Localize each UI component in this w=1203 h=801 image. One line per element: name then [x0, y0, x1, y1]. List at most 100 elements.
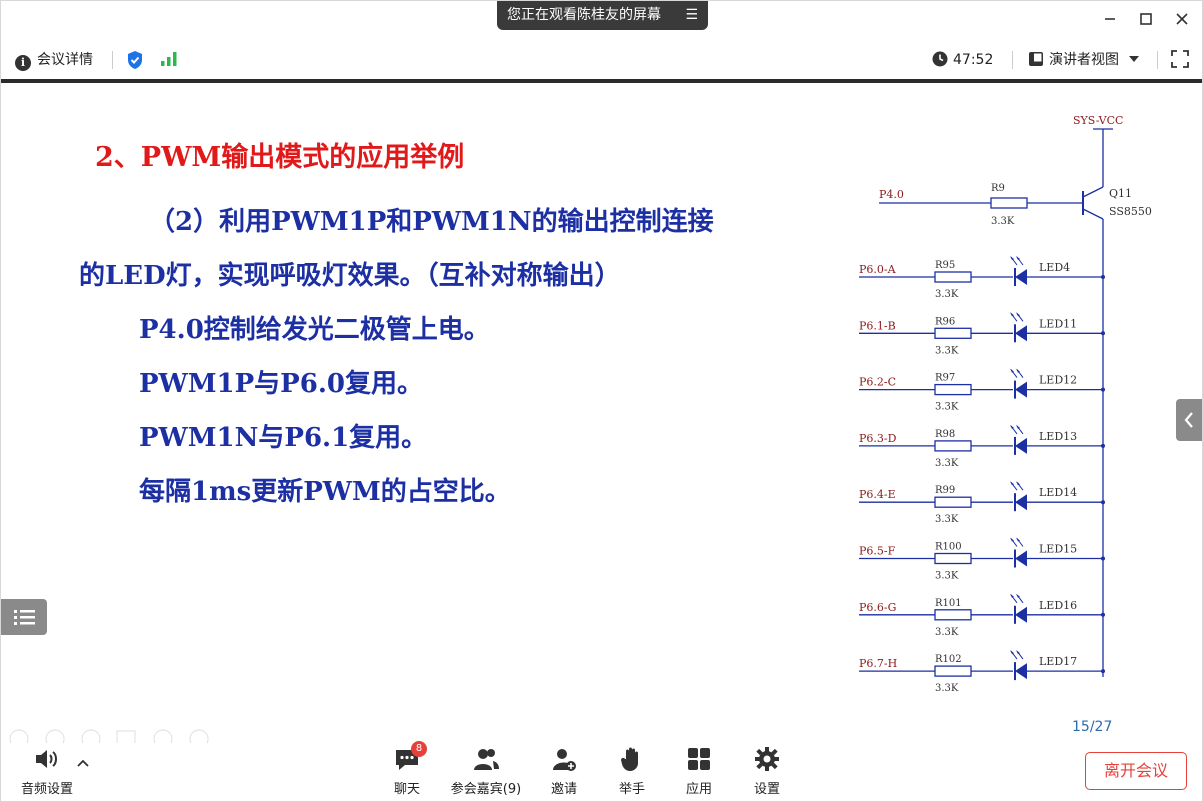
supply-label: SYS-VCC — [1073, 114, 1123, 127]
q11-name: Q11 — [1109, 187, 1132, 200]
screen-share-banner[interactable]: 您正在观看陈桂友的屏幕 ☰ — [497, 1, 708, 30]
row-input-label: P6.0-A — [859, 263, 897, 276]
meeting-window: 您正在观看陈桂友的屏幕 ☰ i 会议详情 47:52 演讲者视图 2、PWM输出… — [0, 0, 1203, 801]
p40-label: P4.0 — [879, 188, 904, 201]
resistor-r9 — [990, 197, 1028, 209]
view-mode-dropdown[interactable]: 演讲者视图 — [1028, 49, 1140, 71]
shield-icon[interactable] — [126, 50, 144, 72]
leave-meeting-button[interactable]: 离开会议 — [1085, 752, 1187, 790]
row-led-label: LED4 — [1039, 261, 1070, 274]
screen-share-text: 您正在观看陈桂友的屏幕 — [507, 7, 661, 23]
minimize-icon[interactable] — [1098, 9, 1122, 33]
row-input-label: P6.1-B — [859, 319, 896, 332]
shared-slide: 2、PWM输出模式的应用举例 （2）利用PWM1P和PWM1N的输出控制连接 的… — [1, 83, 1202, 743]
row-input-label: P6.6-G — [859, 601, 896, 614]
audio-settings-button[interactable]: 音频设置 — [17, 743, 77, 801]
annotation-list-button[interactable] — [1, 599, 47, 635]
transistor-emitter — [1082, 186, 1104, 198]
settings-button[interactable]: 设置 — [747, 743, 787, 801]
q11-model: SS8550 — [1109, 205, 1152, 218]
meeting-toolbar: 音频设置 8 聊天 参会嘉宾(9) 邀请 举手 应用 设置 离开会议 — [1, 741, 1202, 801]
row-led-symbol — [1015, 325, 1027, 342]
row-led-label: LED11 — [1039, 317, 1077, 330]
row-led-label: LED14 — [1039, 486, 1077, 499]
gear-icon — [755, 747, 779, 771]
participants-button[interactable]: 参会嘉宾(9) — [447, 743, 525, 801]
faint-annotation-toolbar — [9, 729, 209, 743]
audio-options-chevron[interactable] — [75, 757, 91, 777]
chat-unread-badge: 8 — [411, 741, 427, 757]
slide-text-line: PWM1P与P6.0复用。 — [139, 369, 423, 399]
close-icon[interactable] — [1170, 9, 1194, 33]
row-led-symbol — [1015, 381, 1027, 398]
add-user-icon — [553, 749, 576, 771]
row-led-label: LED13 — [1039, 430, 1077, 443]
chat-button[interactable]: 8 聊天 — [387, 741, 427, 801]
row-resistor — [934, 271, 972, 283]
chevron-down-icon — [1129, 56, 1140, 62]
row-led-symbol — [1015, 606, 1027, 623]
clock-icon — [932, 51, 948, 67]
meeting-details-label: 会议详情 — [37, 52, 93, 68]
row-led-label: LED17 — [1039, 655, 1077, 668]
row-resistor — [934, 665, 972, 677]
row-input-label: P6.3-D — [859, 432, 897, 445]
row-resistor — [934, 440, 972, 452]
row-junction-dot — [1101, 443, 1105, 448]
apps-button[interactable]: 应用 — [679, 743, 719, 801]
row-led-symbol — [1015, 494, 1027, 511]
raise-hand-button[interactable]: 举手 — [612, 743, 652, 801]
row-led-label: LED15 — [1039, 543, 1077, 556]
row-junction-dot — [1101, 556, 1105, 561]
slide-text-line: （2）利用PWM1P和PWM1N的输出控制连接 — [149, 207, 714, 237]
fullscreen-icon[interactable] — [1171, 50, 1189, 72]
row-input-label: P6.2-C — [859, 376, 896, 389]
row-resistor-value: 3.3K — [935, 571, 959, 582]
row-resistor-value: 3.3K — [935, 514, 959, 525]
row-input-label: P6.7-H — [859, 657, 897, 670]
row-led-symbol — [1015, 663, 1027, 680]
row-resistor — [934, 496, 972, 508]
maximize-icon[interactable] — [1134, 9, 1158, 33]
divider — [1157, 51, 1158, 69]
view-mode-label: 演讲者视图 — [1049, 52, 1119, 68]
timer-text: 47:52 — [953, 52, 994, 68]
row-led-symbol — [1015, 269, 1027, 285]
row-led-symbol — [1015, 437, 1027, 454]
info-icon: i — [15, 55, 31, 71]
speaker-icon — [36, 750, 57, 768]
collapse-side-panel-button[interactable] — [1176, 399, 1202, 441]
list-icon — [14, 610, 35, 625]
row-junction-dot — [1101, 669, 1105, 674]
r9-name: R9 — [991, 183, 1005, 194]
row-led-label: LED16 — [1039, 599, 1077, 612]
row-resistor — [934, 609, 972, 621]
participants-icon — [474, 749, 499, 770]
title-bar: 您正在观看陈桂友的屏幕 ☰ — [1, 1, 1202, 41]
signal-strength-icon[interactable] — [160, 51, 178, 73]
chevron-left-icon — [1184, 412, 1193, 428]
row-junction-dot — [1101, 500, 1105, 505]
settings-label: 设置 — [753, 782, 780, 797]
row-led-symbol — [1015, 550, 1027, 567]
audio-settings-label: 音频设置 — [20, 782, 73, 797]
slide-page-number: 15/27 — [1072, 719, 1113, 735]
meeting-info-bar: i 会议详情 47:52 演讲者视图 — [1, 41, 1202, 79]
transistor-collector — [1082, 208, 1104, 220]
invite-button[interactable]: 邀请 — [544, 743, 584, 801]
row-resistor-name: R95 — [935, 260, 955, 271]
row-input-label: P6.5-F — [859, 545, 896, 558]
r9-value: 3.3K — [991, 216, 1015, 227]
menu-icon[interactable]: ☰ — [685, 1, 698, 30]
slide-text-line: 每隔1ms更新PWM的占空比。 — [139, 477, 511, 507]
meeting-details-button[interactable]: i 会议详情 — [15, 49, 93, 71]
row-resistor-value: 3.3K — [935, 345, 959, 356]
row-junction-dot — [1101, 612, 1105, 617]
row-resistor-name: R101 — [935, 598, 962, 609]
meeting-timer: 47:52 — [932, 49, 993, 71]
row-resistor — [934, 383, 972, 396]
row-resistor-name: R99 — [935, 485, 955, 496]
row-resistor-name: R97 — [935, 373, 955, 384]
row-resistor-name: R98 — [935, 429, 955, 440]
row-resistor — [934, 327, 972, 339]
